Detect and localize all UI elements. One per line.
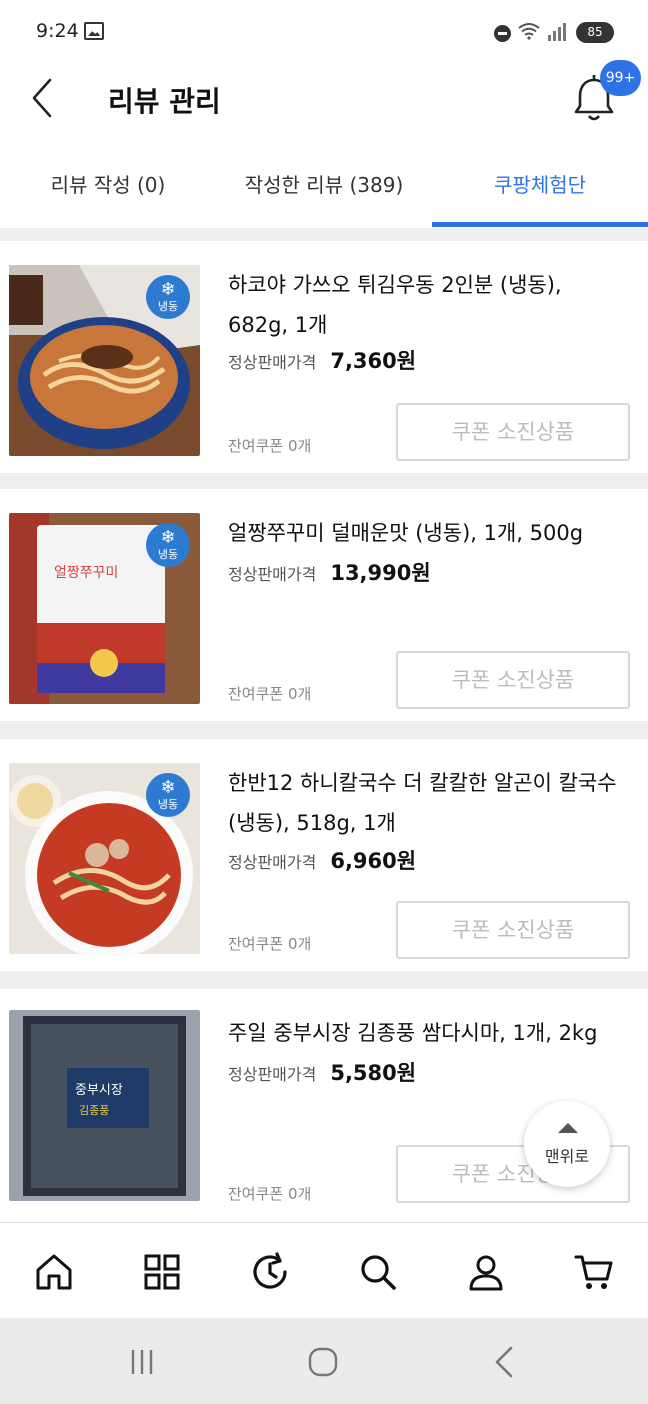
active-tab-indicator <box>432 222 648 227</box>
snowflake-icon: ❄ <box>160 527 176 548</box>
nav-search[interactable] <box>353 1247 403 1297</box>
price-row: 정상판매가격 7,360원 <box>228 345 416 375</box>
recent-apps-button[interactable] <box>122 1342 162 1382</box>
frozen-badge: ❄ 냉동 <box>146 275 190 319</box>
divider <box>0 473 648 489</box>
product-image[interactable]: 중부시장 김종풍 <box>9 1010 200 1201</box>
signal-icon <box>548 23 566 41</box>
scroll-to-top-label: 맨위로 <box>544 1147 590 1166</box>
price-label: 정상판매가격 <box>228 353 317 372</box>
product-price: 13,990원 <box>330 561 431 585</box>
product-name[interactable]: 한반12 하니칼국수 더 칼칼한 알곤이 칼국수 (냉동), 518g, 1개 <box>228 763 628 843</box>
bottom-navigation <box>0 1222 648 1318</box>
gallery-notification-icon <box>84 22 104 40</box>
frozen-badge: ❄ 냉동 <box>146 773 190 817</box>
review-tabs: 리뷰 작성 (0) 작성한 리뷰 (389) 쿠팡체험단 <box>0 142 648 228</box>
coupon-exhausted-button[interactable]: 쿠폰 소진상품 <box>396 403 630 461</box>
product-image[interactable]: 얼짱쭈꾸미 ❄ 냉동 <box>9 513 200 704</box>
nav-my-account[interactable] <box>461 1247 511 1297</box>
coupon-remaining: 잔여쿠폰 0개 <box>228 685 312 703</box>
tab-written-reviews[interactable]: 작성한 리뷰 (389) <box>216 142 432 228</box>
home-circle-icon <box>308 1347 338 1377</box>
price-label: 정상판매가격 <box>228 853 317 872</box>
divider <box>0 971 648 989</box>
price-label: 정상판매가격 <box>228 565 317 584</box>
system-navigation-bar <box>0 1318 648 1404</box>
frozen-badge: ❄ 냉동 <box>146 523 190 567</box>
product-price: 7,360원 <box>330 349 417 373</box>
home-system-button[interactable] <box>303 1342 343 1382</box>
wifi-icon <box>518 23 540 40</box>
scroll-to-top-button[interactable]: 맨위로 <box>524 1101 610 1187</box>
divider <box>0 721 648 739</box>
coupon-exhausted-button[interactable]: 쿠폰 소진상품 <box>396 901 630 959</box>
coupon-remaining: 잔여쿠폰 0개 <box>228 935 312 953</box>
nav-recent[interactable] <box>245 1247 295 1297</box>
nav-home[interactable] <box>29 1247 79 1297</box>
product-name[interactable]: 하코야 가쓰오 튀김우동 2인분 (냉동), 682g, 1개 <box>228 265 628 345</box>
price-label: 정상판매가격 <box>228 1065 317 1084</box>
recent-apps-icon <box>131 1350 153 1374</box>
chevron-left-icon <box>32 78 52 118</box>
product-name[interactable]: 주일 중부시장 김종풍 쌈다시마, 1개, 2kg <box>228 1013 628 1053</box>
product-image[interactable]: ❄ 냉동 <box>9 265 200 456</box>
product-card[interactable]: ❄ 냉동 하코야 가쓰오 튀김우동 2인분 (냉동), 682g, 1개 정상판… <box>0 241 648 473</box>
product-name[interactable]: 얼짱쭈꾸미 덜매운맛 (냉동), 1개, 500g <box>228 513 628 553</box>
price-row: 정상판매가격 5,580원 <box>228 1057 416 1087</box>
back-button[interactable] <box>22 76 62 120</box>
product-card[interactable]: 얼짱쭈꾸미 ❄ 냉동 얼짱쭈꾸미 덜매운맛 (냉동), 1개, 500g 정상판… <box>0 489 648 721</box>
svg-text:얼짱쭈꾸미: 얼짱쭈꾸미 <box>54 565 118 581</box>
do-not-disturb-icon <box>494 25 511 42</box>
svg-text:중부시장: 중부시장 <box>75 1083 123 1098</box>
notification-badge: 99+ <box>600 60 641 96</box>
svg-text:김종풍: 김종풍 <box>79 1104 109 1117</box>
system-back-button[interactable] <box>484 1342 524 1382</box>
status-time: 9:24 <box>36 20 79 42</box>
snowflake-icon: ❄ <box>160 777 176 798</box>
my-account-icon <box>469 1255 503 1291</box>
home-icon <box>36 1254 72 1290</box>
battery-indicator: 85 <box>576 22 614 43</box>
cart-icon <box>574 1255 613 1289</box>
product-price: 5,580원 <box>330 1061 417 1085</box>
price-row: 정상판매가격 6,960원 <box>228 845 416 875</box>
snowflake-icon: ❄ <box>160 279 176 300</box>
page-title: 리뷰 관리 <box>108 85 221 118</box>
coupon-remaining: 잔여쿠폰 0개 <box>228 437 312 455</box>
divider <box>0 228 648 241</box>
recent-history-icon <box>253 1252 287 1289</box>
price-row: 정상판매가격 13,990원 <box>228 557 431 587</box>
app-header: 리뷰 관리 <box>0 62 648 142</box>
coupon-exhausted-button[interactable]: 쿠폰 소진상품 <box>396 651 630 709</box>
back-arrow-icon <box>495 1346 513 1378</box>
product-image[interactable]: ❄ 냉동 <box>9 763 200 954</box>
coupon-remaining: 잔여쿠폰 0개 <box>228 1185 312 1203</box>
nav-category[interactable] <box>137 1247 187 1297</box>
arrow-up-icon <box>558 1123 578 1133</box>
category-grid-icon <box>144 1254 180 1290</box>
nav-cart[interactable] <box>569 1247 619 1297</box>
tab-write-review[interactable]: 리뷰 작성 (0) <box>0 142 216 228</box>
product-card[interactable]: ❄ 냉동 한반12 하니칼국수 더 칼칼한 알곤이 칼국수 (냉동), 518g… <box>0 739 648 971</box>
search-icon <box>361 1255 396 1290</box>
tab-coupang-trial[interactable]: 쿠팡체험단 <box>432 142 648 228</box>
status-bar: 9:24 85 <box>0 0 648 62</box>
product-price: 6,960원 <box>330 849 417 873</box>
